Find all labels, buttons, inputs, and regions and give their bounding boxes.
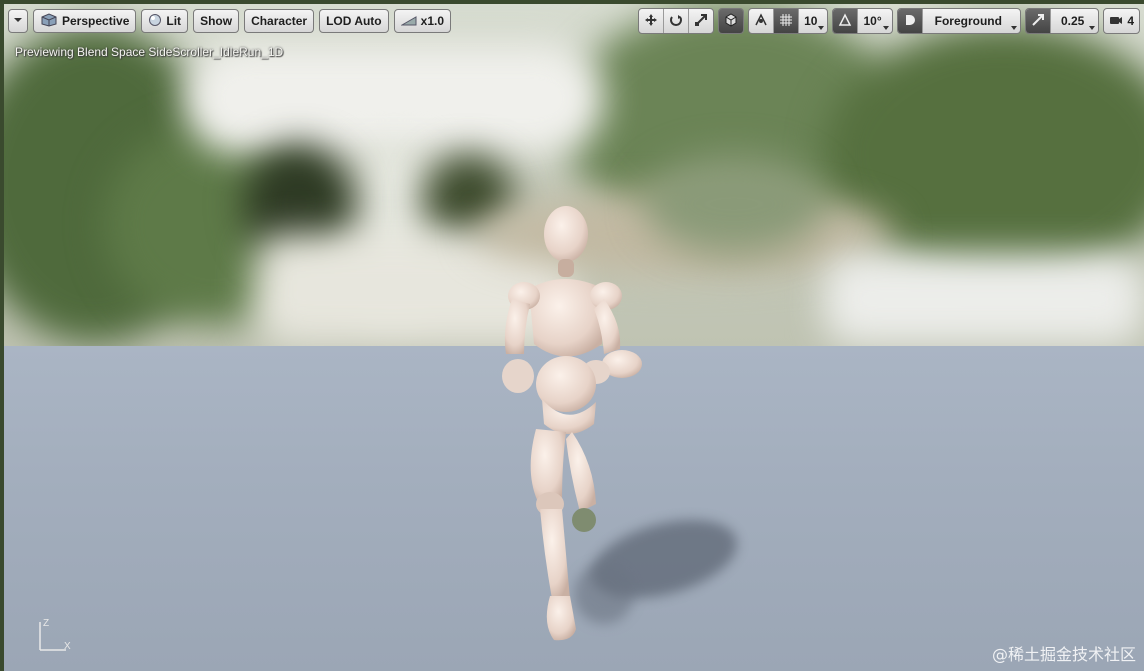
lit-sphere-icon <box>148 13 162 30</box>
scale-snap-icon <box>1031 13 1045 30</box>
transform-mode-group <box>638 8 715 34</box>
world-local-toggle[interactable] <box>719 9 744 33</box>
lod-label: LOD Auto <box>326 14 382 28</box>
axis-x-label: X <box>64 641 71 652</box>
camera-icon <box>1109 14 1123 29</box>
camera-speed-value: 4 <box>1127 14 1134 28</box>
watermark-text: @稀土掘金技术社区 <box>991 645 1136 664</box>
move-arrows-icon <box>644 13 658 30</box>
show-button[interactable]: Show <box>193 9 240 33</box>
grid-snap-value[interactable]: 10 <box>799 9 827 33</box>
character-button[interactable]: Character <box>244 9 315 33</box>
cube-icon <box>724 12 738 30</box>
speed-slope-icon <box>399 14 417 29</box>
coordinate-space-group <box>718 8 745 34</box>
grid-snap-group: 10 <box>748 8 829 34</box>
layer-toggle[interactable] <box>897 9 923 33</box>
translate-mode-button[interactable] <box>639 9 665 33</box>
layer-group: Foreground <box>896 8 1021 34</box>
axis-gizmo: Z X <box>39 618 71 652</box>
character-label: Character <box>251 14 308 28</box>
rotation-snap-toggle[interactable] <box>833 9 859 33</box>
surface-snap-icon <box>754 12 768 30</box>
editor-viewport[interactable]: Previewing Blend Space SideScroller_Idle… <box>4 4 1144 671</box>
layer-dropdown[interactable]: Foreground <box>923 9 1020 33</box>
rotation-snap-value[interactable]: 10° <box>858 9 891 33</box>
perspective-cube-icon <box>40 12 58 30</box>
playback-speed-button[interactable]: x1.0 <box>393 9 451 33</box>
surface-snap-button[interactable] <box>749 9 775 33</box>
lit-button[interactable]: Lit <box>141 9 189 33</box>
perspective-button[interactable]: Perspective <box>33 9 137 33</box>
grid-snap-toggle[interactable] <box>774 9 800 33</box>
scale-snap-toggle[interactable] <box>1025 9 1051 33</box>
preview-status-text: Previewing Blend Space SideScroller_Idle… <box>15 45 284 59</box>
scale-snap-value[interactable]: 0.25 <box>1051 9 1098 33</box>
rotate-mode-button[interactable] <box>664 9 690 33</box>
axis-z-label: Z <box>43 618 49 629</box>
viewport-options-button[interactable] <box>8 9 28 33</box>
angle-icon <box>838 12 852 30</box>
scale-mode-button[interactable] <box>689 9 713 33</box>
grid-icon <box>779 13 793 30</box>
camera-speed-group: 4 <box>1103 8 1140 34</box>
viewport-toolbar-left: Perspective Lit Show Character LOD Auto … <box>8 8 456 34</box>
mannequin-character[interactable] <box>484 204 664 654</box>
perspective-label: Perspective <box>62 14 130 28</box>
lod-button[interactable]: LOD Auto <box>319 9 389 33</box>
lit-label: Lit <box>166 14 182 28</box>
chevron-down-icon <box>13 14 23 28</box>
show-label: Show <box>200 14 233 28</box>
viewport-toolbar-right: 10 10° Foreground 0.25 4 <box>634 8 1140 34</box>
rotate-icon <box>669 13 683 30</box>
scale-arrow-icon <box>694 13 708 30</box>
layer-d-icon <box>903 13 917 30</box>
rotation-snap-group: 10° <box>832 8 893 34</box>
camera-speed-button[interactable]: 4 <box>1104 9 1139 33</box>
scale-snap-group: 0.25 <box>1024 8 1100 34</box>
speed-label: x1.0 <box>420 14 444 28</box>
